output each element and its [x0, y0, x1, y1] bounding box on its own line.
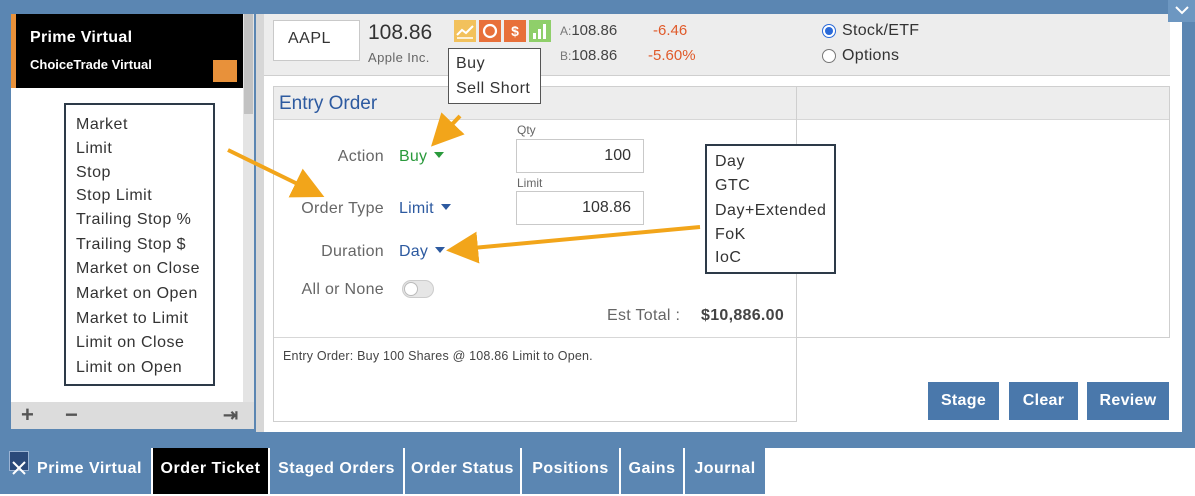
account-list-scrollbar[interactable] — [243, 14, 254, 402]
action-value: Buy — [399, 148, 428, 165]
tab-prime-virtual[interactable]: Prime Virtual — [0, 448, 151, 494]
stage-button[interactable]: Stage — [928, 382, 999, 420]
order-type-options-callout: Market Limit Stop Stop Limit Trailing St… — [64, 103, 215, 386]
tab-journal[interactable]: Journal — [685, 448, 765, 494]
toggle-knob — [404, 282, 418, 296]
order-type-option[interactable]: Market to Limit — [76, 310, 188, 328]
app-logo-icon — [9, 451, 30, 475]
secondary-order-header — [797, 87, 1169, 120]
order-type-option[interactable]: Market — [76, 116, 128, 134]
est-total-label: Est Total : — [607, 307, 681, 324]
radio-stock-etf[interactable]: Stock/ETF — [822, 22, 919, 40]
order-type-option[interactable]: Trailing Stop $ — [76, 236, 186, 254]
account-panel-footer: + − ⇥ — [11, 402, 254, 429]
action-option[interactable]: Buy — [456, 55, 485, 73]
limit-price-input[interactable]: 108.86 — [516, 191, 644, 225]
ask-quote: A:108.86 — [560, 22, 617, 39]
clear-button[interactable]: Clear — [1009, 382, 1078, 420]
symbol-input[interactable]: AAPL — [273, 20, 360, 61]
chart-icon[interactable] — [454, 20, 476, 42]
ask-price: 108.86 — [571, 22, 618, 39]
account-card[interactable]: Prime Virtual ChoiceTrade Virtual — [11, 14, 243, 88]
duration-option[interactable]: Day+Extended — [715, 202, 826, 220]
panel-divider[interactable] — [256, 14, 264, 432]
review-button[interactable]: Review — [1087, 382, 1169, 420]
bars-icon[interactable] — [529, 20, 551, 42]
radio-stock-etf-label: Stock/ETF — [842, 22, 920, 39]
divider — [274, 337, 796, 338]
tab-order-ticket[interactable]: Order Ticket — [153, 448, 268, 494]
duration-label: Duration — [321, 243, 384, 260]
chevron-down-icon — [440, 204, 451, 210]
action-dropdown[interactable]: Buy — [399, 148, 445, 166]
ask-label: A: — [560, 24, 572, 38]
account-subtitle: ChoiceTrade Virtual — [30, 57, 152, 72]
chevron-down-icon — [435, 247, 446, 253]
radio-unselected-icon[interactable] — [822, 49, 836, 63]
bid-price: 108.86 — [571, 47, 618, 64]
est-total-value: $10,886.00 — [701, 307, 785, 324]
account-color-swatch — [213, 60, 237, 82]
radio-options-label: Options — [842, 47, 900, 64]
chevron-down-icon[interactable] — [1168, 0, 1195, 22]
order-type-option[interactable]: Limit on Close — [76, 334, 184, 352]
order-type-label: Order Type — [301, 200, 384, 217]
ticket-scrollbar[interactable] — [1170, 14, 1182, 432]
price-change-percent: -5.60% — [648, 47, 696, 64]
order-type-option[interactable]: Trailing Stop % — [76, 211, 191, 229]
order-summary: Entry Order: Buy 100 Shares @ 108.86 Lim… — [283, 349, 593, 363]
order-type-option[interactable]: Market on Open — [76, 285, 198, 303]
dollar-icon[interactable]: $ — [504, 20, 526, 42]
action-option[interactable]: Sell Short — [456, 80, 530, 98]
scrollbar-thumb[interactable] — [244, 14, 253, 114]
entry-order-title: Entry Order — [279, 93, 378, 114]
duration-value: Day — [399, 243, 429, 260]
duration-options-callout: Day GTC Day+Extended FoK IoC — [705, 144, 836, 274]
order-type-option[interactable]: Stop Limit — [76, 187, 152, 205]
last-price: 108.86 — [368, 21, 433, 44]
quote-bar: AAPL 108.86 Apple Inc. $ A:108.86 -6.46 … — [264, 14, 1182, 76]
chevron-down-icon — [434, 152, 445, 158]
order-type-option[interactable]: Market on Close — [76, 260, 200, 278]
qty-label: Qty — [517, 123, 536, 137]
plus-icon[interactable]: + — [21, 403, 34, 427]
action-label: Action — [337, 148, 384, 165]
duration-dropdown[interactable]: Day — [399, 243, 446, 261]
logout-icon[interactable]: ⇥ — [223, 403, 238, 427]
account-name: Prime Virtual — [30, 29, 133, 46]
duration-option[interactable]: FoK — [715, 226, 746, 244]
limit-label: Limit — [517, 176, 543, 190]
all-or-none-toggle[interactable] — [402, 280, 434, 298]
tab-positions[interactable]: Positions — [522, 448, 619, 494]
price-change: -6.46 — [653, 22, 688, 39]
secondary-order-section — [796, 86, 1170, 338]
tab-gains[interactable]: Gains — [621, 448, 683, 494]
order-type-value: Limit — [399, 200, 434, 217]
tab-prime-virtual-label: Prime Virtual — [37, 460, 142, 477]
order-type-option[interactable]: Stop — [76, 164, 111, 182]
tab-order-status[interactable]: Order Status — [405, 448, 520, 494]
bid-quote: B:108.86 — [560, 47, 617, 64]
all-or-none-label: All or None — [301, 281, 384, 298]
action-options-dropdown: Buy Sell Short — [448, 48, 541, 104]
tab-staged-orders[interactable]: Staged Orders — [270, 448, 403, 494]
bottom-tab-bar: Prime Virtual Order Ticket Staged Orders… — [0, 448, 1195, 496]
circle-icon[interactable] — [479, 20, 501, 42]
duration-option[interactable]: Day — [715, 153, 745, 171]
bid-label: B: — [560, 49, 572, 63]
qty-input[interactable]: 100 — [516, 139, 644, 173]
order-type-option[interactable]: Limit on Open — [76, 359, 182, 377]
order-type-option[interactable]: Limit — [76, 140, 112, 158]
duration-option[interactable]: GTC — [715, 177, 750, 195]
radio-selected-icon[interactable] — [822, 24, 836, 38]
duration-option[interactable]: IoC — [715, 249, 741, 267]
minus-icon[interactable]: − — [65, 403, 78, 427]
company-name: Apple Inc. — [368, 50, 430, 65]
radio-options[interactable]: Options — [822, 47, 899, 65]
order-type-dropdown[interactable]: Limit — [399, 200, 451, 218]
